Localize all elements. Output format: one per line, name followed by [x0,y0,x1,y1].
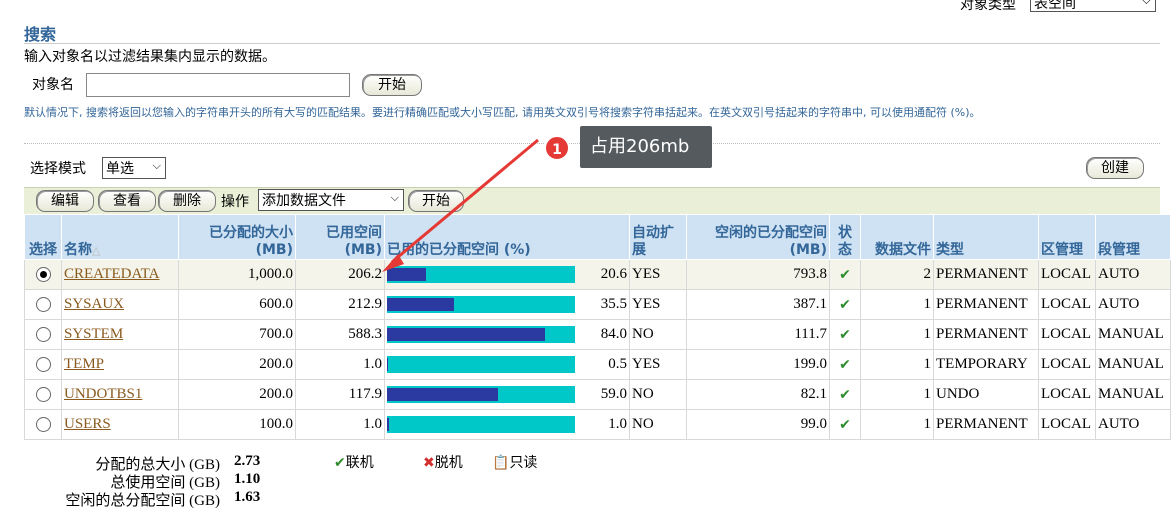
annotation-arrow [382,138,539,272]
annotation-number-badge: 1 [544,135,570,161]
annotation-callout: 占用206mb [580,126,712,168]
